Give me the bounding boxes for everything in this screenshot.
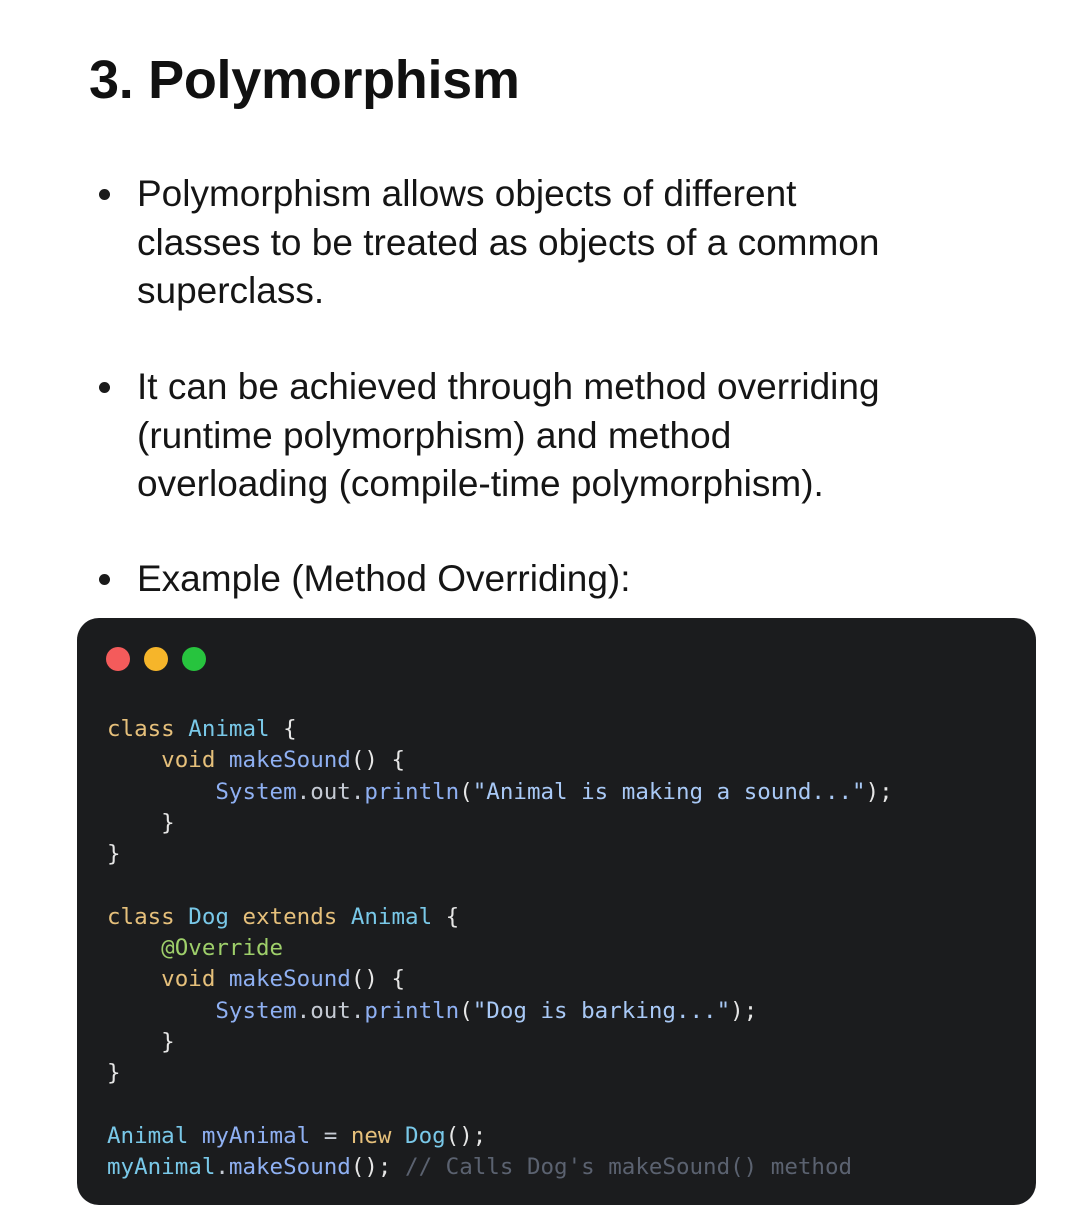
- code-token: .: [215, 1154, 229, 1181]
- code-token: "Dog is barking...": [472, 997, 731, 1024]
- code-token: class: [107, 716, 189, 742]
- code-token: "Animal is making a sound...": [472, 778, 866, 805]
- code-token: new: [350, 1122, 406, 1149]
- code-line: class Animal {: [107, 714, 893, 745]
- code-token: Dog: [405, 1122, 446, 1149]
- bullet-line: overloading (compile-time polymorphism).: [137, 463, 824, 504]
- code-token: makeSound: [228, 747, 351, 774]
- code-token: println: [364, 778, 460, 805]
- code-line: myAnimal.makeSound(); // Calls Dog's mak…: [107, 1152, 893, 1183]
- code-token: Dog: [188, 903, 243, 930]
- code-line: Animal myAnimal = new Dog();: [107, 1121, 893, 1152]
- code-token: }: [107, 841, 121, 868]
- code-token: ();: [350, 1154, 406, 1181]
- code-token: makeSound: [228, 966, 351, 993]
- bullet-text: It can be achieved through method overri…: [137, 363, 1017, 509]
- code-token: extends: [242, 903, 351, 930]
- code-token: println: [364, 997, 460, 1024]
- bullet-line: Example (Method Overriding):: [137, 558, 631, 599]
- code-token: {: [445, 903, 460, 930]
- code-token: =: [323, 1122, 351, 1149]
- code-token: (: [459, 997, 473, 1024]
- code-token: Animal: [188, 716, 284, 742]
- code-token: }: [107, 1028, 175, 1055]
- code-line: @Override: [107, 933, 893, 964]
- code-token: }: [107, 1060, 121, 1087]
- code-line: System.out.println("Animal is making a s…: [107, 777, 893, 808]
- code-token: class: [107, 903, 189, 930]
- code-token: {: [283, 716, 297, 742]
- bullet-line: superclass.: [137, 270, 325, 311]
- bullet-text: Polymorphism allows objects of different…: [137, 170, 1017, 316]
- bullet-dot-icon: [99, 574, 110, 585]
- code-token: myAnimal: [107, 1154, 216, 1181]
- bullet-line: Polymorphism allows objects of different: [137, 173, 797, 214]
- bullet-line: (runtime polymorphism) and method: [137, 414, 732, 456]
- maximize-dot-icon: [182, 647, 206, 671]
- code-token: .out.: [296, 997, 365, 1024]
- code-token: // Calls Dog's makeSound() method: [405, 1154, 853, 1181]
- code-token: @Override: [107, 935, 284, 962]
- bullet-line: classes to be treated as objects of a co…: [137, 221, 880, 263]
- bullet-dot-icon: [99, 189, 110, 200]
- code-line: System.out.println("Dog is barking...");: [107, 996, 893, 1027]
- code-token: );: [730, 997, 758, 1024]
- page-title: 3. Polymorphism: [89, 50, 520, 110]
- code-token: makeSound: [228, 1154, 351, 1181]
- code-token: void: [107, 747, 229, 774]
- code-token: (: [459, 778, 473, 805]
- code-line: void makeSound() {: [107, 745, 893, 776]
- bullet-text: Example (Method Overriding):: [137, 555, 1017, 604]
- code-line: }: [107, 808, 893, 839]
- code-token: () {: [350, 966, 406, 993]
- code-token: .out.: [296, 778, 365, 805]
- code-line: }: [107, 1058, 893, 1089]
- code-token: );: [865, 778, 893, 805]
- minimize-dot-icon: [144, 647, 168, 671]
- close-dot-icon: [106, 647, 130, 671]
- code-token: System: [107, 778, 297, 805]
- code-line: void makeSound() {: [107, 964, 893, 995]
- code-token: Animal: [350, 903, 446, 930]
- code-token: }: [107, 809, 175, 836]
- code-token: void: [107, 966, 229, 993]
- code-token: System: [107, 997, 297, 1024]
- code-token: Animal: [107, 1122, 202, 1149]
- code-block: class Animal { void makeSound() { System…: [107, 714, 893, 1183]
- code-token: ();: [445, 1122, 487, 1149]
- bullet-line: It can be achieved through method overri…: [137, 366, 880, 407]
- bullet-dot-icon: [99, 382, 110, 393]
- code-line: }: [107, 839, 893, 870]
- code-line: class Dog extends Animal {: [107, 902, 893, 933]
- code-token: myAnimal: [201, 1122, 324, 1149]
- code-token: () {: [350, 747, 406, 774]
- code-line: }: [107, 1027, 893, 1058]
